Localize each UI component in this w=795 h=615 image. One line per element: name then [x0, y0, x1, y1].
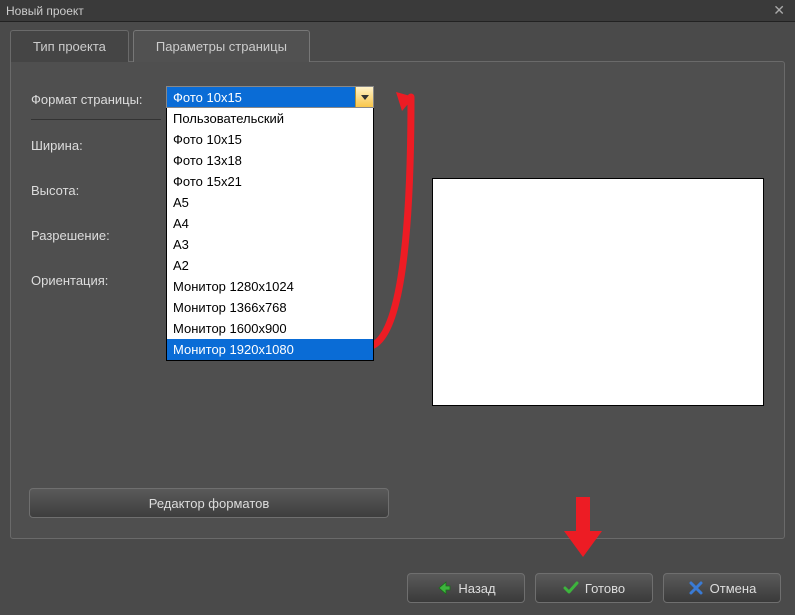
chevron-down-icon — [361, 95, 369, 100]
dropdown-option[interactable]: A5 — [167, 192, 373, 213]
tab-page-params[interactable]: Параметры страницы — [133, 30, 310, 62]
divider — [31, 119, 161, 120]
format-editor-label: Редактор форматов — [149, 496, 270, 511]
label-page-format: Формат страницы: — [31, 92, 161, 107]
back-label: Назад — [458, 581, 495, 596]
dropdown-toggle-button[interactable] — [355, 87, 373, 107]
panel-page-params: Формат страницы: Ширина: Высота: Разреше… — [10, 61, 785, 539]
back-button[interactable]: Назад — [407, 573, 525, 603]
dropdown-option[interactable]: Пользовательский — [167, 108, 373, 129]
done-button[interactable]: Готово — [535, 573, 653, 603]
format-editor-button[interactable]: Редактор форматов — [29, 488, 389, 518]
content-area: Тип проекта Параметры страницы Формат ст… — [0, 22, 795, 549]
dropdown-option[interactable]: Монитор 1366x768 — [167, 297, 373, 318]
dropdown-option[interactable]: Фото 15x21 — [167, 171, 373, 192]
dropdown-option[interactable]: Монитор 1280x1024 — [167, 276, 373, 297]
label-width: Ширина: — [31, 138, 161, 153]
done-label: Готово — [585, 581, 625, 596]
dropdown-option[interactable]: A2 — [167, 255, 373, 276]
close-icon[interactable]: ✕ — [769, 2, 789, 19]
label-orientation: Ориентация: — [31, 273, 161, 288]
dropdown-option[interactable]: Фото 10x15 — [167, 129, 373, 150]
label-resolution: Разрешение: — [31, 228, 161, 243]
dropdown-option[interactable]: Монитор 1920x1080 — [167, 339, 373, 360]
dropdown-option[interactable]: A3 — [167, 234, 373, 255]
footer-buttons: Назад Готово Отмена — [407, 573, 781, 603]
label-height: Высота: — [31, 183, 161, 198]
page-format-dropdown[interactable]: Фото 10x15 ПользовательскийФото 10x15Фот… — [166, 86, 374, 361]
dropdown-option[interactable]: A4 — [167, 213, 373, 234]
dropdown-option[interactable]: Фото 13x18 — [167, 150, 373, 171]
dropdown-list[interactable]: ПользовательскийФото 10x15Фото 13x18Фото… — [166, 108, 374, 361]
dropdown-selected-text: Фото 10x15 — [167, 87, 355, 107]
cross-icon — [688, 580, 704, 596]
arrow-left-icon — [436, 580, 452, 596]
form-labels: Формат страницы: Ширина: Высота: Разреше… — [31, 92, 161, 318]
page-preview — [432, 178, 764, 406]
cancel-button[interactable]: Отмена — [663, 573, 781, 603]
window-title: Новый проект — [6, 4, 84, 18]
tab-bar: Тип проекта Параметры страницы — [10, 30, 785, 62]
dropdown-selected-row[interactable]: Фото 10x15 — [166, 86, 374, 108]
check-icon — [563, 580, 579, 596]
titlebar: Новый проект ✕ — [0, 0, 795, 22]
cancel-label: Отмена — [710, 581, 757, 596]
tab-project-type[interactable]: Тип проекта — [10, 30, 129, 62]
dropdown-option[interactable]: Монитор 1600x900 — [167, 318, 373, 339]
